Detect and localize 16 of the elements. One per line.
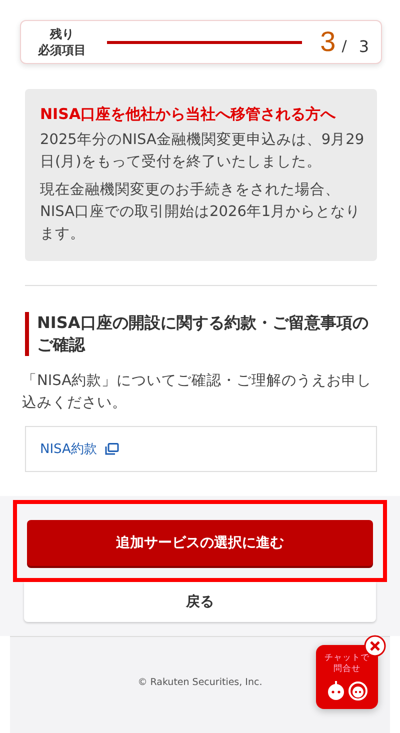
terms-link[interactable]: NISA約款 xyxy=(40,440,97,458)
section-heading: NISA口座の開設に関する約款・ご留意事項のご確認 xyxy=(25,312,377,356)
notice-text: 2025年分のNISA金融機関変更申込みは、9月29日(月)をもって受付を終了いたしました。 xyxy=(40,130,365,172)
notice-title: NISA口座を他社から当社へ移管される方へ xyxy=(40,104,337,125)
copyright-text: © Rakuten Securities, Inc. xyxy=(138,677,262,690)
back-button[interactable]: 戻る xyxy=(24,582,376,622)
next-button[interactable]: 追加サービスの選択に進む xyxy=(27,520,373,566)
section-text: 「NISA約款」についてご確認・ご理解のうえお申し込みください。 xyxy=(22,372,373,413)
remaining-count: 3 xyxy=(320,26,336,58)
total-count: 3 xyxy=(358,36,369,56)
external-window-icon xyxy=(104,443,119,455)
remaining-label: 残り 必須項目 xyxy=(36,26,87,58)
chat-button[interactable]: チャットで 問合せ xyxy=(316,645,378,709)
separator: / xyxy=(342,37,347,55)
notice-text: 現在金融機関変更のお手続きをされた場合、NISA口座での取引開始は2026年1月からとなります。 xyxy=(40,180,362,244)
robot-icon xyxy=(325,681,369,701)
